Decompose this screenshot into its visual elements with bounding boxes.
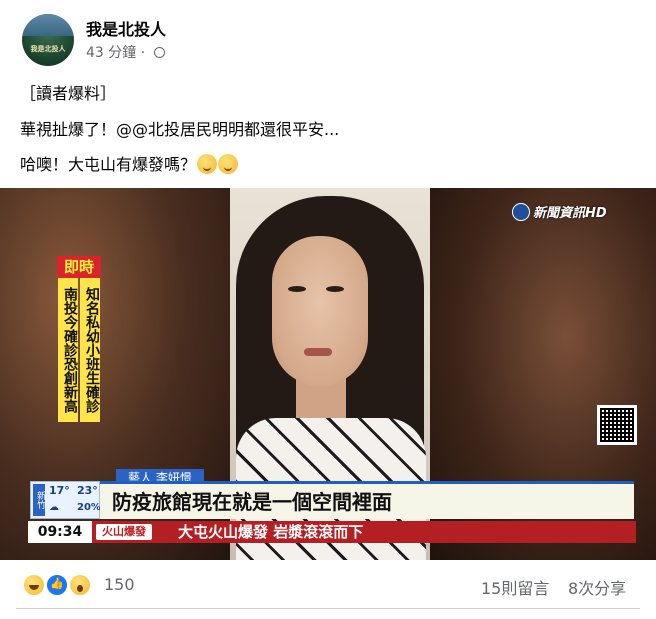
- globe-icon[interactable]: [153, 47, 165, 58]
- page-avatar[interactable]: 我是北投人: [22, 14, 74, 66]
- ticker-text: 大屯火山爆發 岩漿滾滾而下: [178, 523, 364, 541]
- smirk-emoji-icon: [218, 154, 239, 174]
- breaking-tag: 即時: [57, 256, 101, 278]
- comments-count[interactable]: 15則留言: [481, 575, 549, 599]
- channel-logo-text: 新聞資訊HD: [533, 206, 607, 221]
- weather-rain: 20%: [77, 502, 101, 513]
- reaction-icons[interactable]: [22, 573, 93, 597]
- side-news-column-1: 南投今確診恐創新高: [58, 278, 78, 422]
- qr-code-icon: [597, 405, 637, 445]
- avatar-text: 我是北投人: [30, 45, 66, 53]
- person-face: [272, 236, 368, 386]
- reaction-count[interactable]: 150: [104, 575, 135, 594]
- timestamp[interactable]: 43 分鐘 ·: [86, 45, 145, 61]
- channel-logo-icon: [512, 203, 530, 221]
- post-text-line-1: ［讀者爆料］: [20, 84, 117, 103]
- divider: [16, 608, 640, 609]
- shares-count[interactable]: 8次分享: [568, 575, 626, 599]
- news-headline: 防疫旅館現在就是一個空間裡面: [112, 490, 392, 514]
- wow-reaction-icon: [68, 573, 93, 597]
- post-text-line-3: 哈噢！大屯山有爆發嗎？: [20, 151, 239, 175]
- person-eye-right: [326, 286, 344, 292]
- weather-temp-low: 17°: [49, 484, 70, 497]
- smirk-emoji-icon: [197, 154, 218, 174]
- post-meta: 43 分鐘 ·: [86, 42, 165, 62]
- post-text-line-2: 華視扯爆了！@@北投居民明明都還很平安...: [20, 120, 340, 139]
- haha-reaction-icon: [22, 573, 46, 597]
- cloud-icon: ☁: [49, 502, 59, 513]
- avatar-sky: [22, 14, 74, 36]
- person-eye-left: [288, 286, 306, 292]
- weather-city: 新竹: [33, 484, 45, 516]
- like-reaction-icon: [45, 573, 70, 597]
- post-text-line-3-text: 哈噢！大屯山有爆發嗎？: [20, 155, 197, 174]
- person-mouth: [304, 348, 332, 356]
- weather-box: 新竹 17° 23° ☁ 20%: [30, 481, 101, 519]
- facebook-post: 我是北投人 我是北投人 43 分鐘 · ［讀者爆料］ 華視扯爆了！@@北投居民明…: [0, 0, 656, 619]
- ticker-category: 火山爆發: [96, 524, 152, 540]
- channel-logo: 新聞資訊HD: [512, 202, 607, 221]
- news-headline-bar: 防疫旅館現在就是一個空間裡面: [100, 481, 634, 519]
- page-name[interactable]: 我是北投人: [86, 16, 166, 40]
- ticker-clock: 09:34: [28, 521, 92, 543]
- weather-temp-high: 23°: [77, 484, 98, 497]
- side-news-column-2: 知名私幼小班生確診: [80, 278, 100, 422]
